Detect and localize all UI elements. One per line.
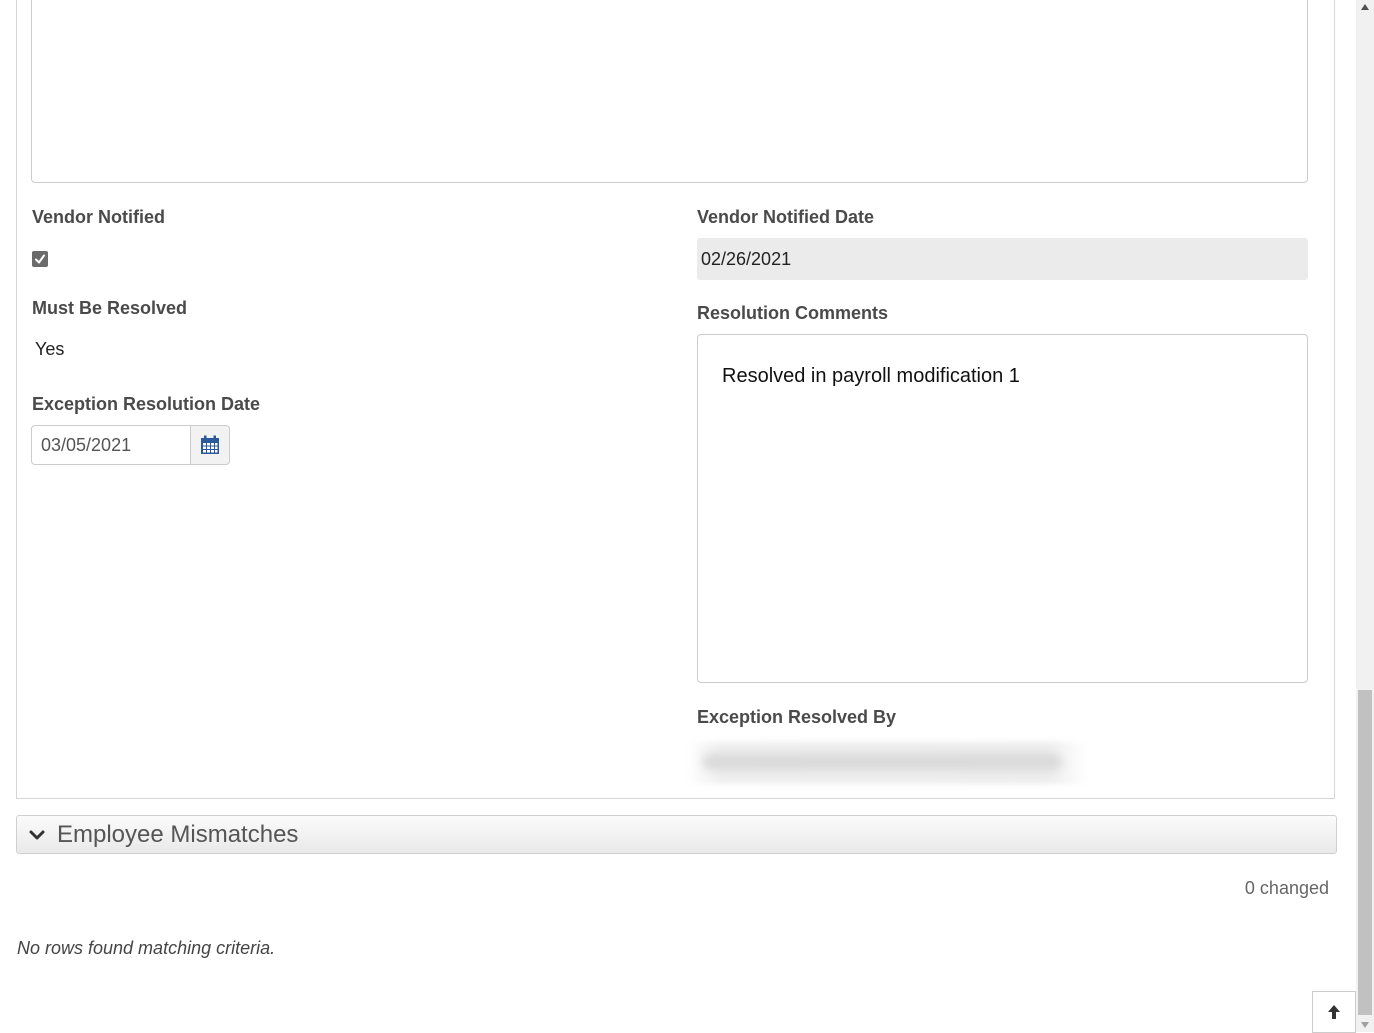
must-be-resolved-label: Must Be Resolved bbox=[32, 298, 188, 318]
employee-mismatches-header[interactable]: Employee Mismatches bbox=[16, 815, 1337, 854]
vendor-notified-label: Vendor Notified bbox=[32, 207, 166, 227]
scroll-down-arrow-icon[interactable] bbox=[1356, 1018, 1374, 1032]
arrow-up-icon bbox=[1328, 1005, 1340, 1019]
calendar-button[interactable] bbox=[190, 425, 230, 465]
description-textarea[interactable] bbox=[31, 0, 1308, 183]
section-title: Employee Mismatches bbox=[57, 820, 299, 848]
vendor-notified-checkbox[interactable] bbox=[32, 251, 48, 267]
scroll-up-arrow-icon[interactable] bbox=[1356, 0, 1374, 14]
resolution-comments-textarea[interactable]: Resolved in payroll modification 1 bbox=[697, 334, 1308, 683]
scroll-to-top-button[interactable] bbox=[1312, 991, 1356, 1033]
exception-resolution-date-label: Exception Resolution Date bbox=[32, 394, 261, 414]
exception-resolved-by-label: Exception Resolved By bbox=[697, 707, 897, 727]
check-icon bbox=[35, 254, 45, 264]
resolution-comments-label: Resolution Comments bbox=[697, 303, 889, 323]
must-be-resolved-value: Yes bbox=[35, 339, 65, 359]
chevron-down-icon bbox=[29, 830, 45, 839]
calendar-icon bbox=[201, 435, 219, 454]
vendor-notified-date-label: Vendor Notified Date bbox=[697, 207, 875, 227]
redacted-resolved-by-value bbox=[688, 742, 1088, 784]
exception-resolution-date-input[interactable]: 03/05/2021 bbox=[31, 425, 191, 465]
vertical-scrollbar[interactable] bbox=[1356, 0, 1374, 1032]
vendor-notified-date-field: 02/26/2021 bbox=[697, 238, 1308, 280]
changed-count: 0 changed bbox=[1244, 878, 1329, 898]
scrollbar-thumb[interactable] bbox=[1358, 690, 1372, 1015]
empty-message: No rows found matching criteria. bbox=[17, 938, 276, 958]
